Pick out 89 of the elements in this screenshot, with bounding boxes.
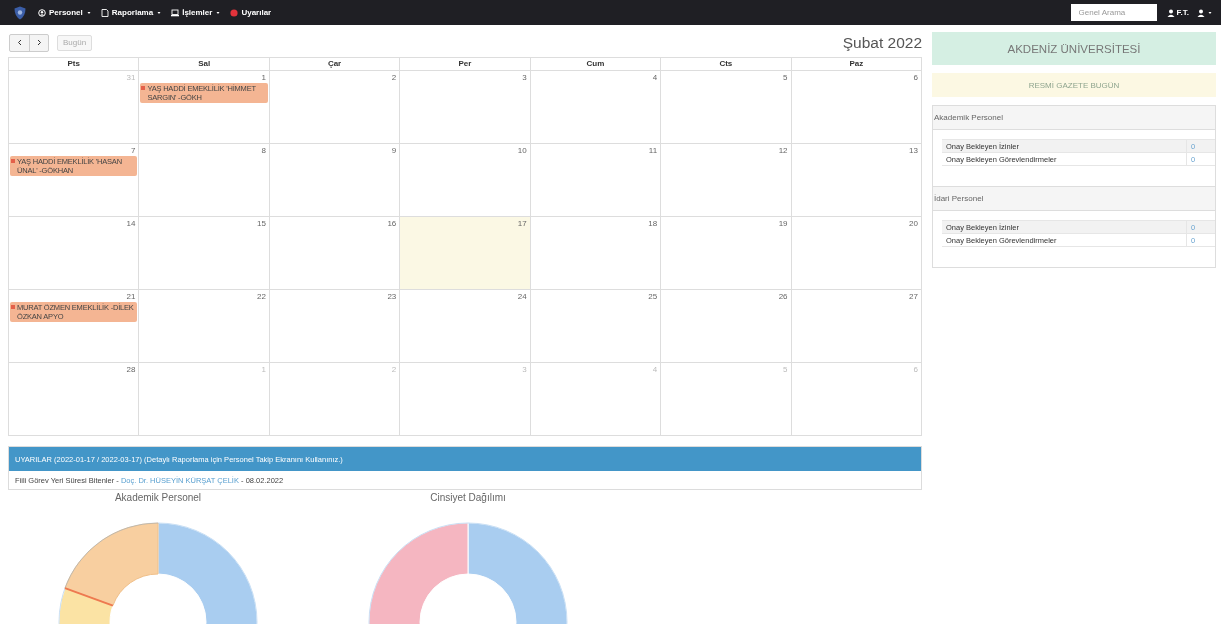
day-cell[interactable]: 22 — [139, 290, 270, 363]
day-number: 4 — [652, 73, 658, 82]
user-icon — [1197, 8, 1205, 17]
chevron-right-icon — [36, 39, 42, 46]
nav-menu[interactable]: Personel — [38, 8, 92, 17]
day-number: 10 — [517, 146, 527, 155]
day-number: 9 — [391, 146, 397, 155]
chevron-left-icon — [17, 39, 22, 46]
day-number: 12 — [778, 146, 788, 155]
day-number: 23 — [387, 292, 397, 301]
user-menu[interactable]: F.T. — [1166, 8, 1189, 17]
day-cell[interactable]: 20 — [791, 217, 922, 290]
day-number: 26 — [778, 292, 788, 301]
day-cell[interactable]: 9 — [269, 144, 401, 217]
day-number: 25 — [648, 292, 658, 301]
day-cell[interactable]: 5 — [661, 71, 792, 144]
day-number: 15 — [256, 219, 266, 228]
day-number: 16 — [387, 219, 397, 228]
day-cell[interactable]: 8 — [139, 144, 270, 217]
account-menu-button[interactable] — [1197, 8, 1213, 17]
day-cell[interactable]: 6 — [791, 71, 922, 144]
day-number: 8 — [261, 146, 266, 155]
day-number: 2 — [391, 365, 397, 374]
panel-heading: İdari Personel — [933, 187, 1215, 211]
caret-icon — [85, 9, 92, 16]
day-number: 1 — [261, 73, 266, 82]
day-cell[interactable]: 11 — [530, 144, 662, 217]
university-banner: AKDENİZ ÜNİVERSİTESİ — [932, 32, 1216, 65]
weekday-header: Per — [400, 58, 531, 71]
nav-menu[interactable]: Uyarılar — [230, 8, 272, 17]
day-number: 20 — [909, 219, 918, 228]
day-cell[interactable]: 3 — [400, 71, 531, 144]
day-number: 31 — [126, 73, 136, 82]
day-number: 27 — [909, 292, 918, 301]
day-cell[interactable]: 15 — [139, 217, 270, 290]
chart-title: Akademik Personel — [114, 492, 202, 505]
day-cell[interactable]: 17 — [400, 217, 531, 290]
day-cell[interactable]: 18 — [530, 217, 662, 290]
weekday-header: Paz — [791, 58, 922, 71]
day-cell[interactable]: 25 — [530, 290, 662, 363]
weekday-header: Pts — [9, 58, 140, 71]
chart-title: Cinsiyet Dağılımı — [430, 492, 506, 505]
day-number: 5 — [783, 365, 788, 374]
panel-heading: Akademik Personel — [933, 106, 1215, 130]
day-number: 5 — [783, 73, 788, 82]
day-cell[interactable]: 19 — [661, 217, 792, 290]
caret-icon — [1207, 9, 1213, 16]
day-cell[interactable]: 27 — [791, 290, 922, 363]
weekday-header: Cum — [530, 58, 662, 71]
day-number: 11 — [648, 146, 658, 155]
day-number: 2 — [391, 73, 397, 82]
user-icon — [1166, 8, 1175, 17]
day-cell[interactable]: 28 — [9, 363, 140, 436]
day-number: 3 — [522, 73, 527, 82]
alert-dot-icon — [230, 8, 239, 17]
document-icon — [100, 8, 109, 17]
day-number: 18 — [648, 219, 658, 228]
day-number: 17 — [517, 219, 527, 228]
nav-menu[interactable]: İşlemler — [171, 8, 222, 17]
day-number: 13 — [909, 146, 918, 155]
laptop-icon — [171, 8, 180, 17]
nav-menu[interactable]: Raporlama — [100, 8, 163, 17]
day-cell[interactable]: 24 — [400, 290, 531, 363]
day-number: 7 — [130, 146, 136, 155]
day-cell[interactable]: 26 — [661, 290, 792, 363]
user-circle-icon — [38, 8, 46, 17]
day-number: 14 — [126, 219, 136, 228]
day-number: 6 — [913, 365, 918, 374]
caret-icon — [215, 9, 222, 16]
search-field[interactable]: Genel Arama — [1070, 4, 1157, 21]
day-cell[interactable]: 23 — [269, 290, 401, 363]
day-cell[interactable]: 12 — [661, 144, 792, 217]
day-number: 24 — [517, 292, 527, 301]
day-cell[interactable]: 4 — [530, 71, 662, 144]
day-number: 28 — [126, 365, 136, 374]
day-number: 21 — [126, 292, 136, 301]
day-number: 4 — [652, 365, 658, 374]
weekday-header: Cts — [661, 58, 792, 71]
month-title: Şubat 2022 — [842, 33, 922, 52]
day-cell[interactable]: 14 — [9, 217, 140, 290]
caret-icon — [156, 9, 163, 16]
day-cell[interactable]: 2 — [269, 71, 401, 144]
weekday-header: Çar — [269, 58, 401, 71]
day-number: 6 — [913, 73, 918, 82]
logo-icon — [14, 5, 26, 20]
day-number: 22 — [256, 292, 266, 301]
day-cell[interactable]: 13 — [791, 144, 922, 217]
weekday-header: Sal — [139, 58, 270, 71]
day-number: 19 — [778, 219, 788, 228]
